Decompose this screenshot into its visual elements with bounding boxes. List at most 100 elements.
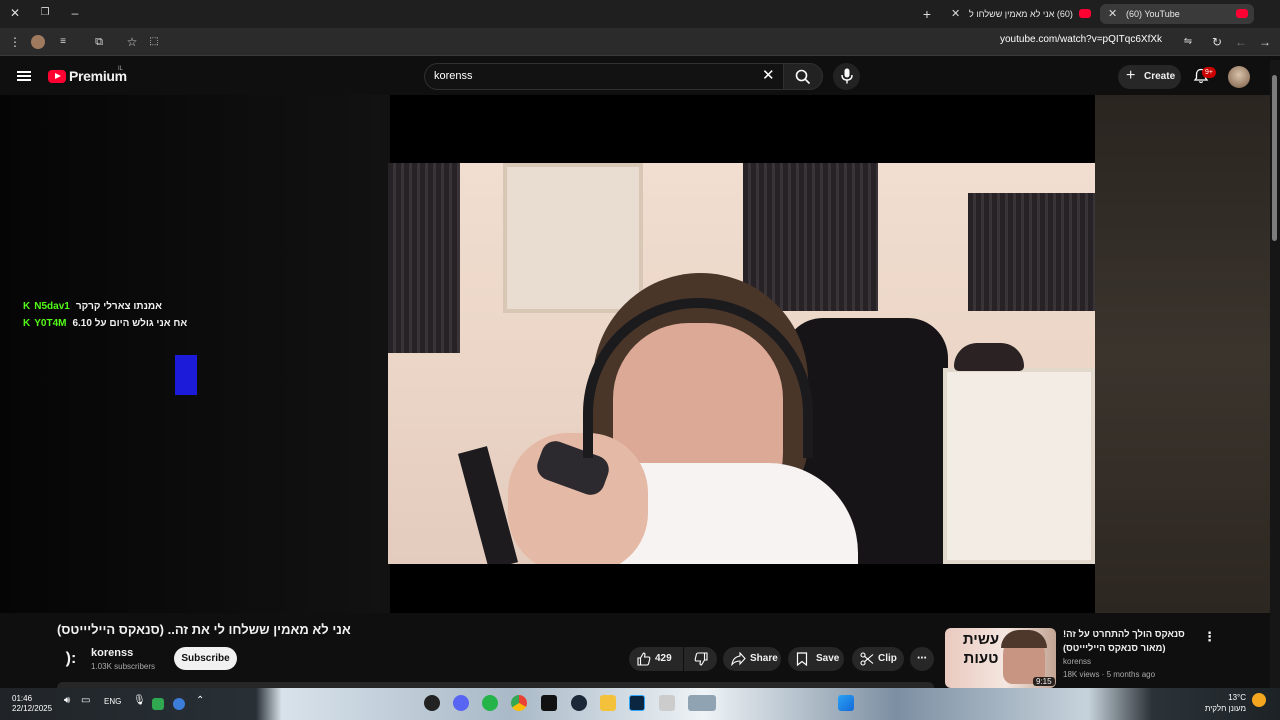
- bookmark-star-icon[interactable]: ☆: [122, 32, 142, 52]
- chat-username: N5dav1: [34, 301, 70, 312]
- dislike-button[interactable]: [684, 647, 717, 671]
- clock-date: 22/12/2025: [12, 704, 53, 713]
- app-icon[interactable]: [424, 695, 440, 711]
- weather-widget[interactable]: 13°C מעונן חלקית: [1200, 692, 1246, 714]
- search-input[interactable]: [424, 63, 784, 90]
- discord-icon[interactable]: [453, 695, 469, 711]
- voice-search-button[interactable]: [833, 63, 860, 90]
- onedrive-icon[interactable]: [173, 698, 185, 710]
- url-text[interactable]: youtube.com/watch?v=pQITqc6XfXk: [1000, 34, 1162, 45]
- epic-games-icon[interactable]: [541, 695, 557, 711]
- subscribe-button[interactable]: Subscribe: [174, 647, 237, 670]
- youtube-favicon-icon: [1079, 9, 1091, 18]
- thumbs-up-icon: [637, 652, 651, 666]
- clip-label: Clip: [878, 653, 897, 664]
- file-explorer-icon[interactable]: [600, 695, 616, 711]
- photoshop-icon[interactable]: [629, 695, 645, 711]
- region-label: IL: [118, 66, 124, 72]
- menu-dots-icon[interactable]: ⋮: [5, 32, 25, 52]
- language-indicator[interactable]: ENG: [104, 697, 121, 706]
- like-button[interactable]: 429: [629, 647, 683, 671]
- search-input-value[interactable]: korenss: [434, 70, 473, 82]
- recommendation-title[interactable]: סנאקס הולך להתחרט על זה! (מאור סנאקס היי…: [1063, 628, 1198, 656]
- clear-search-icon[interactable]: ✕: [762, 66, 775, 84]
- acoustic-panel: [968, 193, 1095, 311]
- taskbar-clock[interactable]: 01:46 22/12/2025: [12, 694, 52, 714]
- share-label: Share: [750, 653, 778, 664]
- kick-icon: K: [23, 301, 31, 312]
- tab-close-icon[interactable]: ✕: [1108, 4, 1117, 24]
- display-icon[interactable]: ▭: [81, 695, 90, 706]
- search-button[interactable]: [783, 63, 823, 90]
- site-settings-icon[interactable]: ⇋: [1178, 32, 1198, 52]
- window-close-icon[interactable]: ✕: [5, 3, 25, 23]
- youtube-logo-icon[interactable]: [48, 70, 66, 83]
- extensions-icon[interactable]: ⧉: [89, 32, 109, 52]
- window-minimize-icon[interactable]: –: [65, 3, 85, 23]
- chat-message: אמנתו צארלי קרקר: [75, 301, 162, 312]
- whatsapp-icon[interactable]: [482, 695, 498, 711]
- save-button[interactable]: Save: [788, 647, 844, 671]
- thumbnail-caption: עשית טעות: [962, 631, 1000, 667]
- clip-button[interactable]: Clip: [852, 647, 904, 671]
- share-button[interactable]: Share: [723, 647, 781, 671]
- notification-badge: 9+: [1202, 67, 1216, 78]
- windows-start-icon[interactable]: [838, 695, 854, 711]
- more-actions-button[interactable]: ⋯: [910, 647, 934, 671]
- volume-icon[interactable]: 🔊︎: [64, 695, 70, 706]
- shelf: [943, 368, 1095, 564]
- account-avatar[interactable]: [1228, 66, 1250, 88]
- tab-close-icon[interactable]: ✕: [951, 4, 960, 24]
- scissors-icon: [860, 652, 874, 666]
- kick-icon: K: [23, 318, 31, 329]
- video-title: אני לא מאמין ששלחו לי את זה.. (סנאקס היי…: [57, 622, 351, 637]
- player-left-area: [0, 95, 390, 613]
- video-player[interactable]: K N5dav1 אמנתו צארלי קרקר K Y0T4M אח אני גול…: [0, 95, 1095, 613]
- bookmark-icon: [796, 652, 808, 666]
- like-count: 429: [655, 653, 672, 664]
- window: [503, 163, 643, 313]
- reload-icon[interactable]: ↻: [1207, 32, 1227, 52]
- scrollbar-thumb[interactable]: [1272, 75, 1277, 241]
- weather-temperature: 13°C: [1228, 693, 1246, 702]
- window-restore-icon[interactable]: ❐: [35, 3, 55, 23]
- video-duration-badge: 9:15: [1033, 677, 1055, 686]
- tab-title: (60) YouTube: [1126, 9, 1180, 19]
- gallery-icon[interactable]: [688, 695, 716, 711]
- create-button[interactable]: Create: [1118, 64, 1181, 89]
- thumbs-down-icon: [694, 652, 708, 666]
- chrome-icon[interactable]: [511, 695, 527, 711]
- save-label: Save: [816, 653, 840, 664]
- tab-video[interactable]: ✕ (60) אני לא מאמין ששלחו ל: [943, 4, 1097, 24]
- recommendation-meta: 18K views · 5 months ago: [1063, 670, 1156, 679]
- video-frame[interactable]: [388, 163, 1095, 564]
- acoustic-panel: [388, 163, 460, 353]
- chat-line: K N5dav1 אמנתו צארלי קרקר: [23, 301, 162, 312]
- thumbnail-hair: [1001, 630, 1047, 648]
- chat-message: אח אני גולש היום על 6.10: [72, 318, 188, 329]
- tab-title: (60) אני לא מאמין ששלחו ל: [969, 9, 1073, 19]
- profile-avatar-icon[interactable]: [31, 35, 45, 49]
- channel-avatar[interactable]: ):: [57, 645, 85, 673]
- forward-arrow-icon[interactable]: →: [1255, 32, 1275, 52]
- chevron-up-icon[interactable]: ⌃: [196, 695, 204, 706]
- weather-description: מעונן חלקית: [1204, 704, 1246, 713]
- steam-icon[interactable]: [571, 695, 587, 711]
- channel-name[interactable]: korenss: [91, 647, 133, 659]
- new-tab-icon[interactable]: +: [917, 4, 937, 24]
- acoustic-panel: [743, 163, 878, 311]
- notepad-icon[interactable]: [659, 695, 675, 711]
- screenshot-icon[interactable]: ⬚: [144, 32, 164, 52]
- defender-icon[interactable]: [152, 698, 164, 710]
- ambient-glow: [1095, 95, 1270, 613]
- chat-line: K Y0T4M אח אני גולש היום על 6.10: [23, 318, 187, 329]
- reading-list-icon[interactable]: ≡: [53, 32, 73, 52]
- subscriber-count: 1.03K subscribers: [91, 662, 156, 671]
- hamburger-menu-icon[interactable]: [17, 71, 31, 81]
- recommendation-channel[interactable]: korenss: [1063, 657, 1091, 666]
- mic-tray-icon[interactable]: 🎙︎: [133, 695, 146, 706]
- share-arrow-icon: [731, 652, 746, 666]
- recommendation-menu-icon[interactable]: ⋮: [1203, 629, 1216, 645]
- back-arrow-icon[interactable]: ←: [1231, 32, 1251, 52]
- tab-youtube[interactable]: ✕ (60) YouTube: [1100, 4, 1254, 24]
